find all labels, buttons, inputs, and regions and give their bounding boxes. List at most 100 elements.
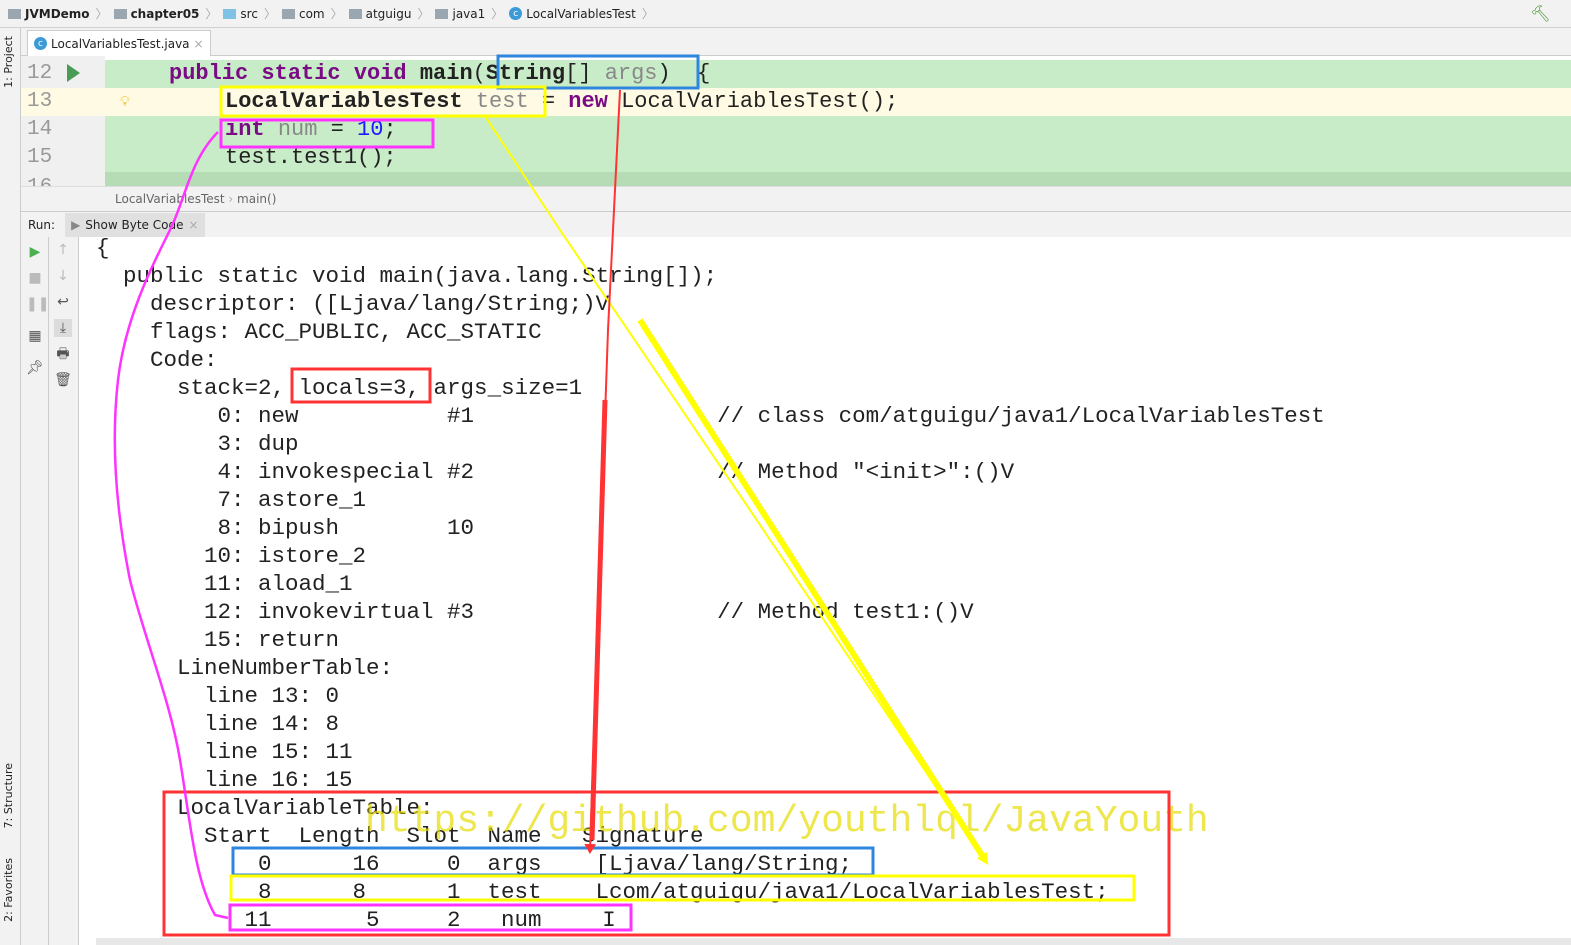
bytecode-line: line 13: 0: [96, 683, 340, 709]
package-icon: [348, 8, 362, 19]
breadcrumb-com[interactable]: com: [281, 7, 325, 21]
code-line: public static void main(String[] args) {: [169, 60, 710, 88]
lvt-cell: 16: [352, 851, 380, 877]
package-icon: [435, 8, 449, 19]
bytecode-line: 3: dup: [96, 431, 299, 457]
layout-icon[interactable]: ▦: [26, 327, 44, 345]
bytecode-line: 8: bipush 10: [96, 515, 475, 541]
run-tab[interactable]: ▶ Show Byte Code ×: [65, 212, 205, 237]
code-token: 10: [357, 117, 384, 142]
bytecode-line: line 16: 15: [96, 767, 353, 793]
bytecode-line: public static void main(java.lang.String…: [96, 263, 718, 289]
code-line: int num = 10;: [225, 116, 397, 144]
bytecode-line: LineNumberTable:: [96, 655, 394, 681]
close-tab-icon[interactable]: ×: [188, 218, 198, 232]
soft-wrap-icon[interactable]: ↩: [54, 293, 72, 311]
code-token: String: [485, 61, 566, 86]
bytecode-line: line 15: 11: [96, 739, 353, 765]
code-editor[interactable]: 💡︎ 12 public static void main(String[] ar…: [21, 56, 1571, 186]
breadcrumb-class[interactable]: c LocalVariablesTest: [509, 7, 636, 21]
bytecode-line: 10: istore_2: [96, 543, 367, 569]
lvt-cell: [Ljava/lang/String;: [595, 851, 853, 877]
structure-tool-button[interactable]: 7: Structure: [2, 763, 15, 828]
lvt-cell: 0: [258, 851, 272, 877]
stop-icon[interactable]: ■: [26, 269, 44, 287]
lvt-cell: 2: [447, 907, 461, 933]
play-icon: ▶: [71, 217, 81, 232]
line-number: 15: [27, 146, 53, 169]
editor-tab-bar: c LocalVariablesTest.java ×: [21, 28, 1571, 56]
rerun-icon[interactable]: ▶: [26, 243, 44, 261]
code-token: new: [568, 89, 622, 114]
class-icon: c: [509, 7, 523, 20]
class-icon: c: [34, 37, 47, 50]
code-token: args: [604, 61, 658, 86]
breadcrumb-chapter[interactable]: chapter05: [113, 7, 199, 21]
folder-icon: [113, 8, 127, 19]
bytecode-line: 4: invokespecial #2 // Method "<init>":(…: [96, 459, 1015, 485]
bytecode-line: 12: invokevirtual #3 // Method test1:()V: [96, 599, 974, 625]
lvt-cell: 1: [447, 879, 461, 905]
line-number: 14: [27, 118, 53, 141]
pin-icon[interactable]: 📌︎: [26, 359, 44, 377]
close-tab-icon[interactable]: ×: [194, 37, 204, 51]
lvt-header: Start: [204, 823, 272, 849]
run-gutter-icon[interactable]: [67, 64, 80, 82]
code-token: main: [419, 61, 473, 86]
code-token: LocalVariablesTest();: [621, 89, 899, 114]
favorites-tool-button[interactable]: 2: Favorites: [2, 858, 15, 922]
horizontal-scrollbar[interactable]: [96, 938, 1571, 945]
code-token: ;: [383, 117, 397, 142]
code-token: num: [277, 117, 318, 142]
run-label: Run:: [28, 217, 56, 232]
bytecode-line: 0: new #1 // class com/atguigu/java1/Loc…: [96, 403, 1325, 429]
breadcrumb-atguigu[interactable]: atguigu: [348, 7, 411, 21]
bytecode-line: descriptor: ([Ljava/lang/String;)V: [96, 291, 610, 317]
lvt-cell: 8: [258, 879, 272, 905]
editor-breadcrumb: LocalVariablesTest › main(): [21, 186, 1571, 211]
code-token: LocalVariablesTest: [225, 89, 463, 114]
bytecode-line: stack=2, locals=3, args_size=1: [96, 375, 583, 401]
watermark: https://github.com/youthlql/JavaYouth: [365, 800, 1209, 843]
line-number: 12: [27, 62, 53, 85]
breadcrumb-src[interactable]: src: [223, 7, 258, 21]
code-token: (: [472, 61, 486, 86]
build-hammer-icon[interactable]: 🔨︎: [1530, 4, 1550, 23]
run-panel-header: Run: ▶ Show Byte Code ×: [21, 211, 1571, 237]
editor-tab[interactable]: c LocalVariablesTest.java ×: [27, 30, 211, 56]
bytecode-line: Code:: [96, 347, 218, 373]
run-toolbar: ▶ ■ ❚❚ ▦ 📌︎: [21, 237, 49, 945]
code-token: ) {: [657, 61, 711, 86]
code-token: test: [475, 89, 529, 114]
package-icon: [281, 8, 295, 19]
breadcrumb-project[interactable]: JVMDemo: [8, 7, 90, 21]
lightbulb-icon[interactable]: 💡︎: [120, 94, 130, 110]
trash-icon[interactable]: 🗑︎: [54, 371, 72, 389]
left-tool-strip: 1: Project 7: Structure 2: Favorites: [0, 28, 21, 945]
code-token: =: [317, 117, 358, 142]
bytecode-line: 15: return: [96, 627, 340, 653]
lvt-cell: test: [487, 879, 542, 905]
pause-icon[interactable]: ❚❚: [26, 295, 49, 313]
down-arrow-icon[interactable]: ↓: [54, 267, 72, 285]
project-tool-button[interactable]: 1: Project: [2, 36, 15, 88]
line-number: 13: [27, 90, 53, 113]
lvt-cell: 11: [244, 907, 272, 933]
print-icon[interactable]: 🖶︎: [54, 345, 72, 363]
bytecode-line: line 14: 8: [96, 711, 340, 737]
breadcrumb-java1[interactable]: java1: [435, 7, 485, 21]
navigation-bar: JVMDemo 〉 chapter05 〉 src 〉 com 〉 atguigu 〉 j…: [0, 0, 1571, 28]
up-arrow-icon[interactable]: ↑: [54, 241, 72, 259]
code-token: public static void: [169, 61, 420, 86]
lvt-cell: 8: [352, 879, 367, 905]
output-toolbar: ↑ ↓ ↩ ⤓ 🖶︎ 🗑︎: [49, 237, 79, 945]
lvt-cell: num: [501, 907, 542, 933]
lvt-cell: 0: [447, 851, 461, 877]
bytecode-line: flags: ACC_PUBLIC, ACC_STATIC: [96, 319, 542, 345]
code-token: int: [225, 117, 278, 142]
bytecode-line: {: [96, 235, 110, 261]
code-line: test.test1();: [225, 144, 397, 172]
scroll-to-end-icon[interactable]: ⤓: [54, 319, 72, 337]
lvt-cell: args: [487, 851, 542, 877]
